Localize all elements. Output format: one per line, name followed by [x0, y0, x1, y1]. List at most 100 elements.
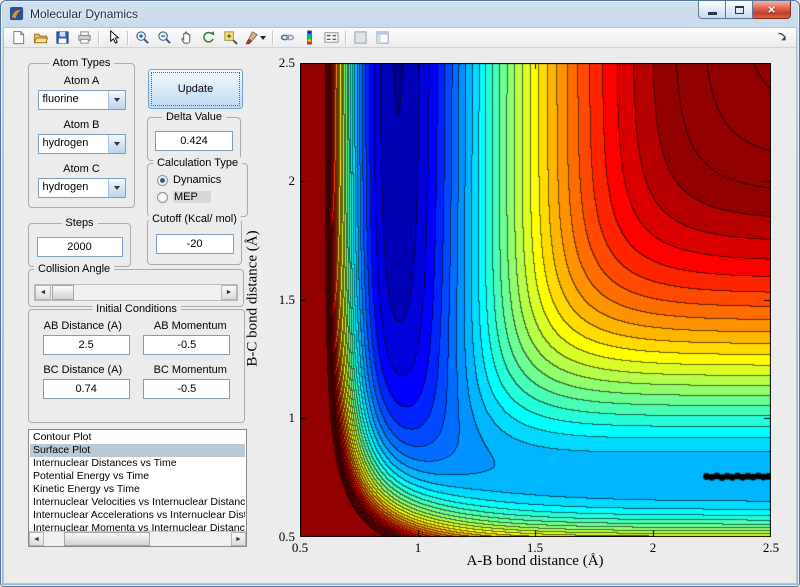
steps-input[interactable]: [36, 237, 123, 257]
new-figure-icon[interactable]: [7, 29, 29, 46]
show-plot-tools-icon[interactable]: [371, 29, 393, 46]
atom-types-panel: Atom Types Atom A fluorine Atom B hydrog…: [28, 57, 135, 208]
atom-c-label: Atom C: [63, 163, 100, 175]
plot-list-item[interactable]: Kinetic Energy vs Time: [30, 483, 245, 496]
atom-c-dropdown-button[interactable]: [107, 179, 125, 197]
initial-conditions-title: Initial Conditions: [92, 303, 181, 315]
mep-radio-row[interactable]: MEP: [157, 191, 247, 203]
atom-c-dropdown[interactable]: hydrogen: [37, 178, 126, 198]
plot-list-item[interactable]: Internuclear Accelerations vs Internucle…: [30, 509, 245, 522]
slider-thumb[interactable]: [52, 285, 74, 300]
plot-list-item[interactable]: Internuclear Velocities vs Internuclear …: [30, 496, 245, 509]
save-figure-icon[interactable]: [51, 29, 73, 46]
slider-left-arrow[interactable]: ◄: [35, 285, 51, 300]
mep-radio-label: MEP: [173, 191, 211, 203]
x-tick-label: 2: [649, 540, 657, 555]
plot-type-listbox[interactable]: Contour Plot Surface Plot Internuclear D…: [28, 429, 247, 547]
rotate-3d-icon[interactable]: [197, 29, 219, 46]
ab-distance-input[interactable]: [42, 335, 130, 355]
calculation-type-title: Calculation Type: [152, 157, 243, 169]
chevron-down-icon: [113, 98, 120, 102]
figure-client-area: Atom Types Atom A fluorine Atom B hydrog…: [3, 27, 797, 584]
plot-type-list: Contour Plot Surface Plot Internuclear D…: [30, 431, 245, 531]
zoom-in-icon[interactable]: [131, 29, 153, 46]
plot-list-item[interactable]: Internuclear Momenta vs Internuclear Dis…: [30, 522, 245, 531]
bc-momentum-input[interactable]: [143, 379, 231, 399]
scrollbar-right-arrow[interactable]: ►: [231, 532, 246, 546]
close-button[interactable]: ×: [753, 1, 791, 19]
toolbar-separator: [127, 30, 128, 45]
window-buttons: ×: [698, 1, 791, 19]
plot-list-item[interactable]: Potential Energy vs Time: [30, 470, 245, 483]
insert-colorbar-icon[interactable]: [298, 29, 320, 46]
scrollbar-left-arrow[interactable]: ◄: [29, 532, 44, 546]
dock-figure-icon[interactable]: [771, 29, 793, 46]
y-tick-label: 1: [288, 410, 296, 425]
update-button[interactable]: Update: [148, 69, 243, 109]
link-plot-icon[interactable]: [276, 29, 298, 46]
atom-b-value: hydrogen: [42, 137, 89, 149]
y-tick-label: 0.5: [278, 529, 295, 544]
workspace: Atom Types Atom A fluorine Atom B hydrog…: [3, 47, 797, 584]
y-tick-label: 1.5: [278, 292, 295, 307]
delta-value-input[interactable]: [155, 131, 233, 151]
atom-a-value: fluorine: [42, 93, 79, 105]
dynamics-radio[interactable]: [157, 174, 168, 186]
steps-panel: Steps: [28, 217, 131, 267]
atom-a-dropdown-button[interactable]: [107, 91, 125, 109]
brush-icon[interactable]: [241, 29, 269, 46]
print-figure-icon[interactable]: [73, 29, 95, 46]
slider-right-arrow[interactable]: ►: [221, 285, 237, 300]
zoom-out-icon[interactable]: [153, 29, 175, 46]
minimize-icon: [707, 11, 717, 15]
contour-plot[interactable]: [300, 63, 771, 537]
edit-plot-icon[interactable]: [102, 29, 124, 46]
dynamics-radio-row[interactable]: Dynamics: [157, 174, 247, 186]
pan-hand-icon[interactable]: [175, 29, 197, 46]
maximize-button[interactable]: [726, 1, 753, 19]
dynamics-radio-label: Dynamics: [173, 174, 222, 186]
initial-conditions-panel: Initial Conditions AB Distance (A) AB Mo…: [28, 303, 245, 423]
atom-b-dropdown-button[interactable]: [107, 135, 125, 153]
data-cursor-icon[interactable]: [219, 29, 241, 46]
slider-track[interactable]: [51, 285, 221, 300]
chevron-down-icon: [113, 142, 120, 146]
toolbar-separator: [272, 30, 273, 45]
app-window: Molecular Dynamics × Atom Types Atom A f…: [0, 0, 800, 587]
atom-a-dropdown[interactable]: fluorine: [37, 90, 126, 110]
scrollbar-thumb[interactable]: [64, 532, 150, 546]
hide-plot-tools-icon[interactable]: [349, 29, 371, 46]
maximize-icon: [734, 5, 744, 14]
app-icon: [9, 6, 24, 21]
toolbar-separator: [98, 30, 99, 45]
collision-angle-slider[interactable]: ◄ ►: [34, 284, 238, 301]
minimize-button[interactable]: [698, 1, 726, 19]
listbox-horizontal-scrollbar[interactable]: ◄ ►: [29, 531, 246, 546]
cutoff-panel: Cutoff (Kcal/ mol): [147, 213, 242, 265]
bc-distance-input[interactable]: [42, 379, 130, 399]
x-tick-label: 1.5: [526, 540, 544, 555]
atom-types-title: Atom Types: [48, 57, 115, 69]
mep-radio[interactable]: [157, 191, 168, 203]
cutoff-input[interactable]: [155, 234, 234, 254]
scrollbar-track[interactable]: [44, 532, 231, 546]
insert-legend-icon[interactable]: [320, 29, 342, 46]
calculation-type-panel: Calculation Type Dynamics MEP: [147, 157, 248, 217]
y-tick-label: 2: [288, 173, 296, 188]
titlebar: Molecular Dynamics ×: [0, 0, 800, 27]
cutoff-title: Cutoff (Kcal/ mol): [148, 213, 241, 225]
atom-b-label: Atom B: [63, 119, 100, 131]
chevron-down-icon: [113, 186, 120, 190]
collision-angle-title: Collision Angle: [34, 263, 115, 275]
atom-b-dropdown[interactable]: hydrogen: [37, 134, 126, 154]
plot-list-item[interactable]: Contour Plot: [30, 431, 245, 444]
ab-momentum-label: AB Momentum: [153, 320, 227, 332]
window-title: Molecular Dynamics: [30, 6, 139, 21]
brush-dropdown-caret[interactable]: [260, 35, 266, 40]
open-file-icon[interactable]: [29, 29, 51, 46]
plot-list-item[interactable]: Internuclear Distances vs Time: [30, 457, 245, 470]
bc-momentum-label: BC Momentum: [153, 364, 227, 376]
plot-list-item[interactable]: Surface Plot: [30, 444, 245, 457]
ab-momentum-input[interactable]: [143, 335, 231, 355]
ab-distance-label: AB Distance (A): [43, 320, 122, 332]
